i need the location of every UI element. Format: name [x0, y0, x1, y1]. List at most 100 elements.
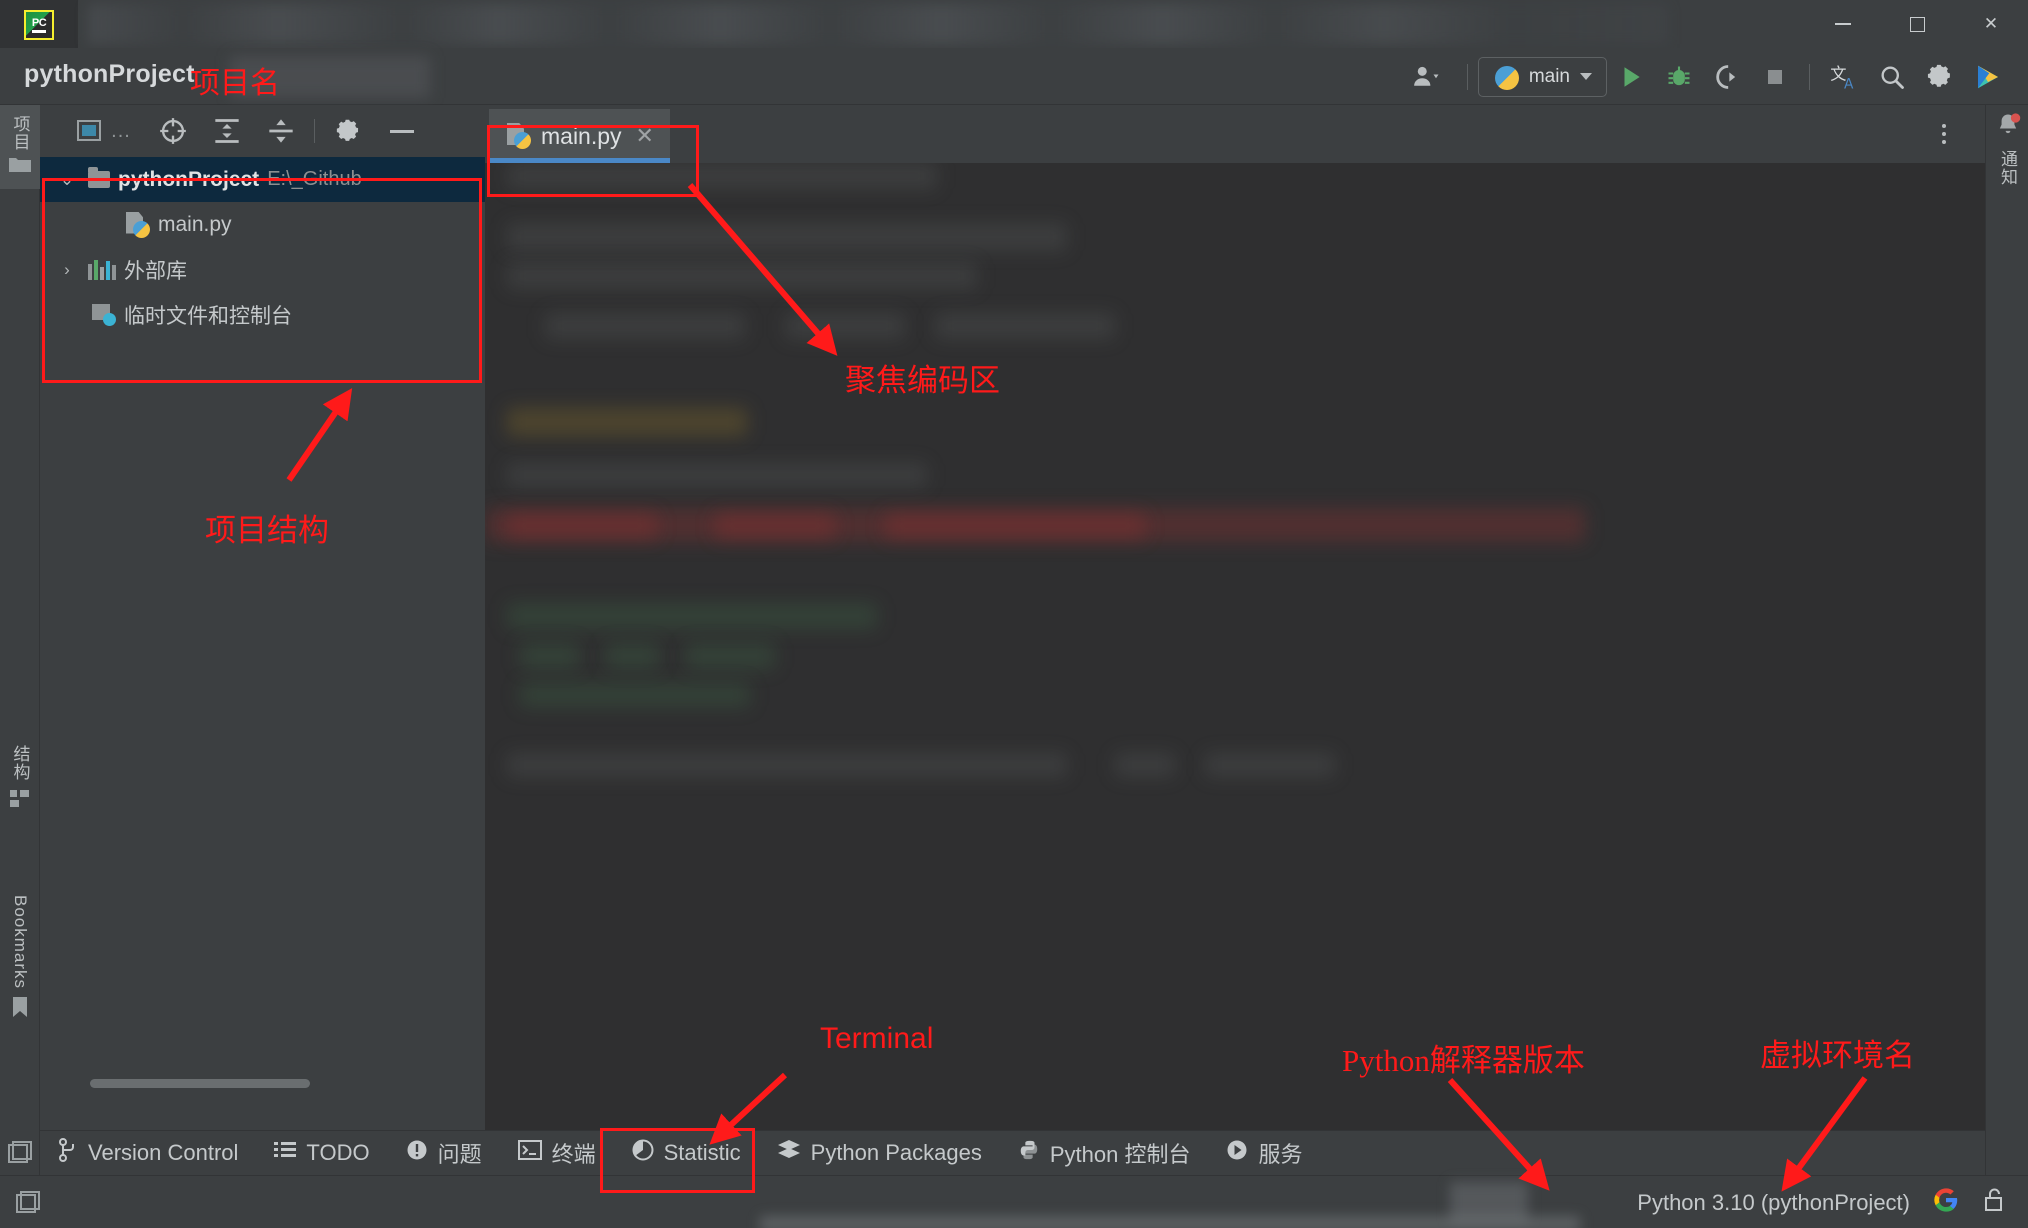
- structure-icon: [9, 787, 31, 814]
- pycharm-logo-text: PC: [32, 18, 46, 28]
- statistic-pie-icon: [632, 1139, 654, 1167]
- tree-node-main-py[interactable]: main.py: [40, 202, 485, 247]
- bottom-item-services[interactable]: 服务: [1208, 1131, 1320, 1176]
- terminal-icon: [518, 1139, 542, 1167]
- tree-node-pythonproject[interactable]: ⌄ pythonProject E:\_Github: [40, 157, 485, 202]
- project-panel-horizontal-scrollbar[interactable]: [90, 1079, 310, 1088]
- hide-panel-icon[interactable]: [375, 111, 429, 151]
- collapse-all-icon[interactable]: [254, 111, 308, 151]
- sidebar-item-bookmarks[interactable]: Bookmarks: [0, 895, 40, 1024]
- bottom-item-label: TODO: [306, 1140, 369, 1166]
- status-bar: Python 3.10 (pythonProject): [0, 1175, 2028, 1228]
- project-tree: ⌄ pythonProject E:\_Github main.py ›: [40, 157, 485, 1087]
- main-toolbar-actions: main 文 A: [1395, 48, 2012, 105]
- plugin-icon[interactable]: [1964, 55, 2012, 99]
- status-bar-bottom-blur: [760, 1216, 1580, 1228]
- python-console-icon: [1018, 1139, 1040, 1167]
- sidebar-item-notifications[interactable]: 通知: [1986, 111, 2028, 186]
- search-icon[interactable]: [1868, 55, 1916, 99]
- project-name-label[interactable]: pythonProject: [24, 60, 195, 89]
- project-view-selector[interactable]: ...: [62, 111, 146, 151]
- menu-bar-blurred[interactable]: [88, 4, 1668, 44]
- bottom-item-problems[interactable]: 问题: [388, 1131, 500, 1176]
- window-controls: ✕: [1806, 0, 2028, 48]
- scratches-icon: [92, 304, 116, 326]
- folder-icon: [88, 171, 110, 188]
- project-panel-toolbar: ...: [40, 105, 485, 157]
- run-button[interactable]: [1607, 55, 1655, 99]
- branch-icon: [58, 1138, 78, 1168]
- tree-node-path: E:\_Github: [267, 168, 362, 191]
- sidebar-item-structure[interactable]: 结构: [0, 745, 40, 814]
- debug-button[interactable]: [1655, 55, 1703, 99]
- pycharm-logo-icon: PC: [24, 10, 54, 40]
- python-file-icon: [126, 212, 150, 238]
- run-configuration-label: main: [1529, 66, 1570, 88]
- layout-settings-button[interactable]: [4, 1137, 36, 1169]
- bottom-tool-window-bar: Version Control TODO 问题: [40, 1130, 1985, 1175]
- bottom-item-statistic[interactable]: Statistic: [614, 1131, 759, 1176]
- sidebar-item-project[interactable]: 项目: [0, 105, 40, 189]
- user-account-icon[interactable]: [1395, 55, 1457, 99]
- tree-node-label: 外部库: [124, 255, 187, 285]
- minimize-icon: [1835, 23, 1851, 25]
- more-options-icon[interactable]: [1927, 117, 1961, 151]
- bottom-item-label: 终端: [552, 1137, 596, 1169]
- run-configuration-selector[interactable]: main: [1478, 57, 1607, 97]
- bookmark-icon: [9, 995, 31, 1024]
- unlock-icon[interactable]: [1982, 1187, 2006, 1219]
- close-window-button[interactable]: ✕: [1954, 0, 2028, 48]
- tree-node-label: 临时文件和控制台: [124, 300, 292, 330]
- google-icon[interactable]: [1932, 1186, 1960, 1220]
- bottom-item-python-console[interactable]: Python 控制台: [1000, 1131, 1209, 1176]
- run-with-coverage-button[interactable]: [1703, 55, 1751, 99]
- sidebar-item-structure-label: 结构: [8, 745, 33, 781]
- bottom-item-label: Python 控制台: [1050, 1137, 1191, 1169]
- gear-icon[interactable]: [321, 111, 375, 151]
- todo-list-icon: [274, 1140, 296, 1166]
- sidebar-item-bookmarks-label: Bookmarks: [10, 895, 30, 989]
- bell-icon: [1994, 111, 2022, 144]
- bottom-item-version-control[interactable]: Version Control: [40, 1131, 256, 1176]
- interpreter-label[interactable]: Python 3.10 (pythonProject): [1637, 1190, 1910, 1216]
- tree-node-external-libraries[interactable]: › 外部库: [40, 247, 485, 292]
- folder-icon: [8, 155, 32, 179]
- packages-icon: [777, 1139, 801, 1167]
- pycharm-window: PC ✕ pythonProject: [0, 0, 2028, 1228]
- minimize-window-button[interactable]: [1806, 0, 1880, 48]
- editor-area: main.py ✕: [485, 105, 1985, 1130]
- close-icon[interactable]: ✕: [636, 123, 654, 149]
- svg-text:A: A: [1844, 76, 1854, 92]
- tab-main-py[interactable]: main.py ✕: [489, 109, 670, 163]
- services-play-icon: [1226, 1139, 1248, 1167]
- tree-node-label: main.py: [158, 213, 232, 237]
- project-view-selector-ellipsis: ...: [111, 120, 131, 143]
- tree-node-scratches-and-consoles[interactable]: 临时文件和控制台: [40, 292, 485, 337]
- stop-button[interactable]: [1751, 55, 1799, 99]
- bottom-item-label: Statistic: [664, 1140, 741, 1166]
- pycharm-logo-bar: [32, 30, 46, 33]
- project-tool-window: ...: [40, 105, 485, 1130]
- code-editor-blurred[interactable]: [485, 163, 1985, 1130]
- project-toolbar-separator: [314, 119, 315, 143]
- bottom-item-label: Version Control: [88, 1140, 238, 1166]
- left-tool-stripe: 项目 结构 Bookmarks: [0, 105, 40, 1175]
- title-bar: PC ✕: [0, 0, 2028, 48]
- bottom-item-python-packages[interactable]: Python Packages: [759, 1131, 1000, 1176]
- tab-label: main.py: [541, 123, 622, 150]
- bottom-item-label: 问题: [438, 1137, 482, 1169]
- chevron-right-icon[interactable]: ›: [54, 260, 80, 280]
- expand-all-icon[interactable]: [200, 111, 254, 151]
- gear-icon[interactable]: [1916, 55, 1964, 99]
- sidebar-item-project-label: 项目: [8, 115, 33, 151]
- chevron-down-icon[interactable]: ⌄: [54, 170, 80, 190]
- bottom-item-terminal[interactable]: 终端: [500, 1131, 614, 1176]
- layout-settings-button[interactable]: [8, 1184, 48, 1222]
- editor-tab-strip: main.py ✕: [485, 105, 1985, 163]
- bottom-item-todo[interactable]: TODO: [256, 1131, 387, 1176]
- locate-target-icon[interactable]: [146, 111, 200, 151]
- sidebar-item-notifications-label: 通知: [1995, 150, 2020, 186]
- maximize-window-button[interactable]: [1880, 0, 1954, 48]
- translate-icon[interactable]: 文 A: [1820, 55, 1868, 99]
- python-icon: [1493, 64, 1519, 90]
